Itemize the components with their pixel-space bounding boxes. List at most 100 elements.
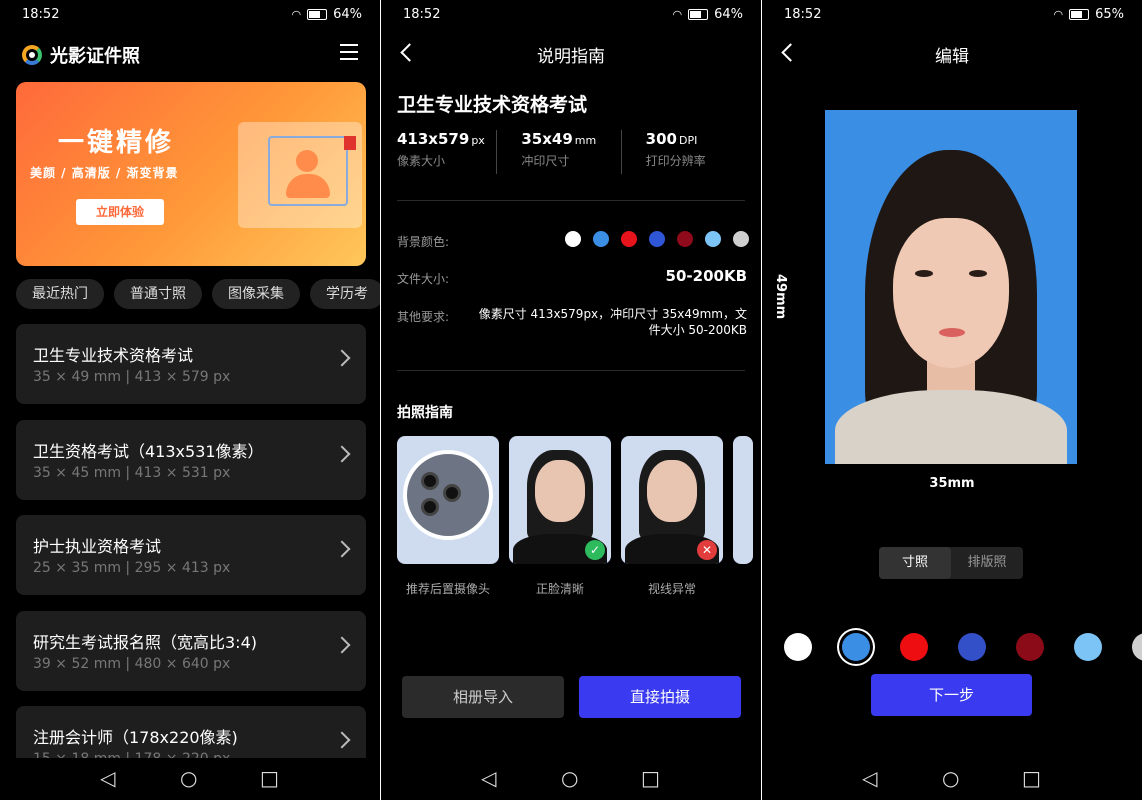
- item-title: 卫生资格考试（413x531像素）: [33, 442, 264, 461]
- tip-card-front-face: ✓: [509, 436, 611, 564]
- spec-label: 打印分辨率: [645, 154, 706, 168]
- bg-color-label: 背景颜色:: [397, 235, 450, 249]
- banner-subtitle: 美颜 / 高清版 / 渐变背景: [30, 166, 179, 180]
- id-photo-preview: [825, 110, 1077, 464]
- divider: [397, 370, 745, 371]
- bg-color-option[interactable]: [842, 633, 870, 661]
- check-icon: ✓: [585, 540, 605, 560]
- system-nav-bar: ◁ ○ □: [762, 758, 1142, 800]
- spec-pixel: 413x579 px 像素大小: [397, 130, 496, 174]
- bg-color-option[interactable]: [1074, 633, 1102, 661]
- nav-back-icon[interactable]: ◁: [481, 766, 496, 790]
- spec-title: 卫生专业技术资格考试: [397, 94, 588, 116]
- item-spec: 39 × 52 mm | 480 × 640 px: [33, 656, 231, 672]
- spec-label: 冲印尺寸: [521, 154, 570, 168]
- chip-recent-hot[interactable]: 最近热门: [16, 279, 104, 309]
- other-req-value: 像素尺寸 413x579px，冲印尺寸 35x49mm，文件大小 50-200K…: [478, 307, 747, 337]
- bg-dot: [621, 231, 637, 247]
- cross-icon: ✕: [697, 540, 717, 560]
- bg-color-option[interactable]: [784, 633, 812, 661]
- status-bar: 18:52 ◠ 65%: [762, 0, 1142, 30]
- item-spec: 35 × 49 mm | 413 × 579 px: [33, 369, 231, 385]
- spec-print-size: 35x49 mm 冲印尺寸: [496, 130, 620, 174]
- tip-card-next: [733, 436, 753, 564]
- editor-screen: 18:52 ◠ 65% 编辑 49mm 35mm 寸照 排版照 下一步 ◁ ○: [762, 0, 1142, 800]
- chevron-right-icon: [333, 540, 351, 558]
- bg-dot: [565, 231, 581, 247]
- promo-banner[interactable]: 一键精修 美颜 / 高清版 / 渐变背景 立即体验: [16, 82, 366, 266]
- bg-color-option[interactable]: [958, 633, 986, 661]
- nav-recents-icon[interactable]: □: [641, 766, 660, 790]
- page-title: 说明指南: [537, 47, 605, 67]
- list-item[interactable]: 卫生资格考试（413x531像素） 35 × 45 mm | 413 × 531…: [16, 420, 366, 500]
- chip-standard[interactable]: 普通寸照: [114, 279, 202, 309]
- file-size-value: 50-200KB: [665, 267, 747, 285]
- item-title: 注册会计师（178x220像素): [33, 728, 238, 747]
- bg-dot: [593, 231, 609, 247]
- spec-summary: 413x579 px 像素大小 35x49 mm 冲印尺寸 300 DPI 打印分辨率: [397, 130, 745, 174]
- app-name: 光影证件照: [50, 46, 140, 67]
- tab-single-photo[interactable]: 寸照: [879, 547, 951, 579]
- person-head-shape: [296, 150, 318, 172]
- nav-home-icon[interactable]: ○: [561, 766, 578, 790]
- spec-value: 413x579: [397, 130, 470, 148]
- spec-value: 35x49: [521, 130, 573, 148]
- chip-image-capture[interactable]: 图像采集: [212, 279, 300, 309]
- banner-illustration: [238, 122, 362, 228]
- wifi-icon: ◠: [1053, 8, 1064, 21]
- nav-back-icon[interactable]: ◁: [100, 766, 115, 790]
- spec-unit: DPI: [678, 134, 698, 147]
- next-step-button[interactable]: 下一步: [871, 674, 1032, 716]
- home-screen: 18:52 ◠ 64% 光影证件照 一键精修 美颜 / 高清版 / 渐变背景 立…: [0, 0, 380, 800]
- chevron-right-icon: [333, 731, 351, 749]
- battery-level: 64%: [714, 7, 743, 22]
- menu-icon[interactable]: [340, 44, 358, 60]
- banner-try-button[interactable]: 立即体验: [76, 199, 164, 225]
- bg-color-option[interactable]: [1132, 633, 1142, 661]
- wifi-icon: ◠: [672, 8, 683, 21]
- status-time: 18:52: [784, 7, 822, 22]
- nav-recents-icon[interactable]: □: [1022, 766, 1041, 790]
- item-spec: 25 × 35 mm | 295 × 413 px: [33, 560, 231, 576]
- nav-home-icon[interactable]: ○: [942, 766, 959, 790]
- tip-label: 推荐后置摄像头: [405, 582, 490, 596]
- nav-recents-icon[interactable]: □: [260, 766, 279, 790]
- page-title: 编辑: [935, 47, 969, 67]
- shoot-button[interactable]: 直接拍摄: [579, 676, 741, 718]
- list-item[interactable]: 护士执业资格考试 25 × 35 mm | 295 × 413 px: [16, 515, 366, 595]
- nav-back-icon[interactable]: ◁: [862, 766, 877, 790]
- color-swatch-shape: [344, 136, 356, 150]
- guide-screen: 18:52 ◠ 64% 说明指南 卫生专业技术资格考试 413x579 px 像素…: [381, 0, 761, 800]
- logo-icon: [22, 45, 42, 65]
- chip-education[interactable]: 学历考: [310, 279, 380, 309]
- tab-layout-photo[interactable]: 排版照: [951, 547, 1023, 579]
- bg-color-option[interactable]: [900, 633, 928, 661]
- width-label: 35mm: [929, 476, 975, 491]
- rear-camera-icon: [403, 450, 493, 540]
- bg-dot: [733, 231, 749, 247]
- bg-dot: [677, 231, 693, 247]
- list-item[interactable]: 研究生考试报名照（宽高比3:4) 39 × 52 mm | 480 × 640 …: [16, 611, 366, 691]
- category-chips: 最近热门 普通寸照 图像采集 学历考: [16, 279, 380, 309]
- chevron-right-icon: [333, 636, 351, 654]
- wifi-icon: ◠: [291, 8, 302, 21]
- tip-label: 视线异常: [647, 582, 696, 596]
- app-logo: 光影证件照: [22, 42, 140, 68]
- status-bar: 18:52 ◠ 64%: [0, 0, 380, 30]
- list-item[interactable]: 卫生专业技术资格考试 35 × 49 mm | 413 × 579 px: [16, 324, 366, 404]
- album-import-button[interactable]: 相册导入: [402, 676, 564, 718]
- item-title: 护士执业资格考试: [33, 537, 162, 556]
- photo-guide-title: 拍照指南: [397, 405, 453, 421]
- spec-unit: px: [471, 134, 485, 147]
- bg-color-dots: [565, 231, 749, 247]
- nav-home-icon[interactable]: ○: [180, 766, 197, 790]
- tip-card-camera: [397, 436, 499, 564]
- chevron-right-icon: [333, 349, 351, 367]
- system-nav-bar: ◁ ○ □: [0, 758, 380, 800]
- spec-label: 像素大小: [397, 154, 446, 168]
- system-nav-bar: ◁ ○ □: [381, 758, 761, 800]
- bg-color-option[interactable]: [1016, 633, 1044, 661]
- battery-icon: [307, 9, 328, 20]
- battery-level: 65%: [1095, 7, 1124, 22]
- photo-mode-tabs: 寸照 排版照: [879, 547, 1023, 579]
